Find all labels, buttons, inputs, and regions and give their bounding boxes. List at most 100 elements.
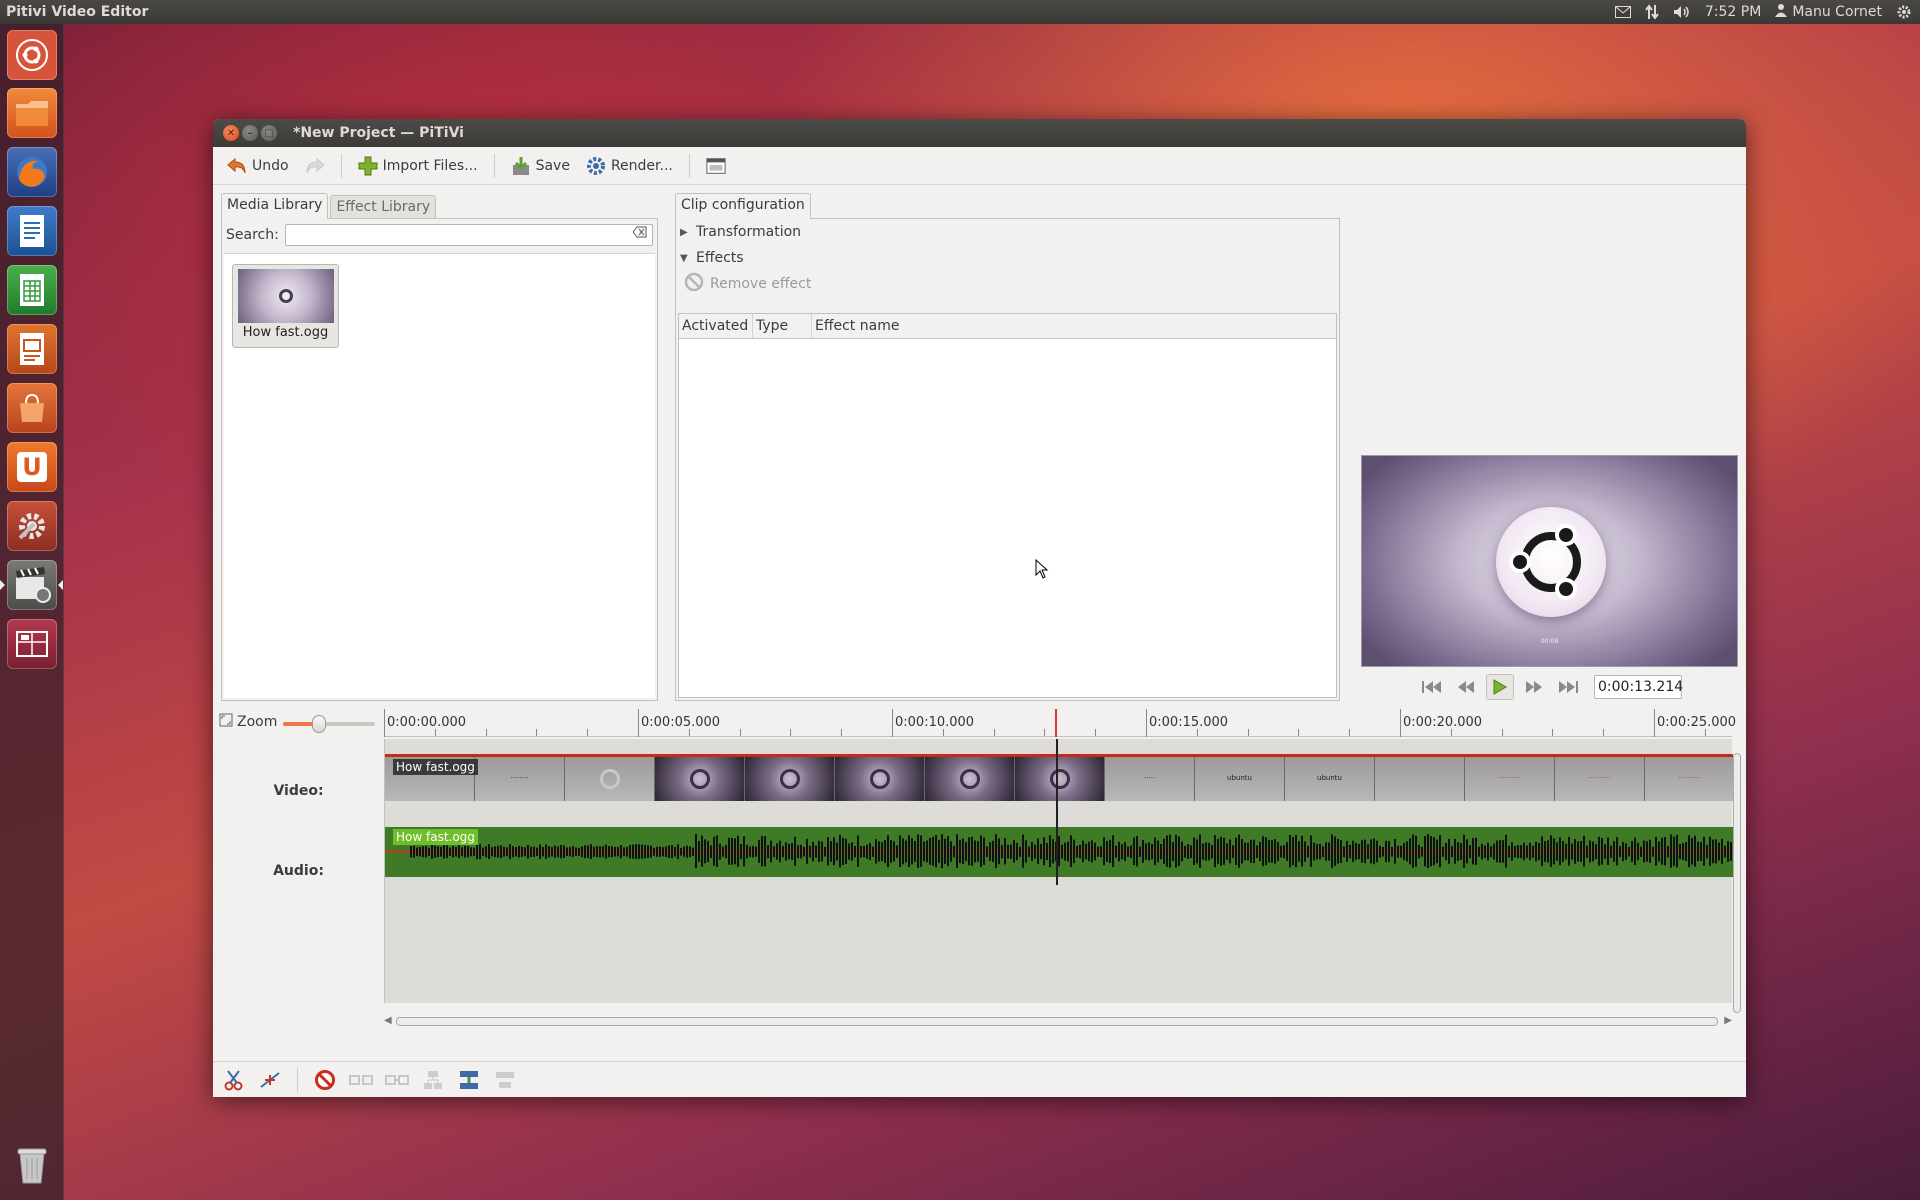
effects-expander[interactable]: ▼ Effects	[676, 245, 1339, 271]
network-icon[interactable]	[1645, 4, 1659, 20]
undo-button[interactable]: Undo	[221, 152, 295, 180]
delete-icon[interactable]	[310, 1066, 340, 1094]
keyframe-icon[interactable]	[255, 1066, 285, 1094]
ruler-tick	[1552, 729, 1553, 736]
minimize-icon[interactable]: –	[242, 125, 258, 141]
volume-icon[interactable]	[1673, 5, 1691, 19]
video-frame: ·····	[1105, 757, 1195, 801]
files-folder-icon[interactable]	[7, 88, 57, 138]
libreoffice-impress-icon[interactable]	[7, 324, 57, 374]
tracks-area[interactable]: ········ ····· ubuntu ubuntu ·········· …	[384, 739, 1733, 1003]
ruler-tick	[1298, 729, 1299, 736]
video-frame: ········	[475, 757, 565, 801]
ruler-tick	[435, 729, 436, 736]
system-settings-icon[interactable]	[7, 501, 57, 551]
session-gear-icon[interactable]	[1896, 4, 1912, 20]
ruler-tick	[892, 709, 893, 737]
render-button[interactable]: Render...	[580, 152, 679, 180]
split-clip-icon[interactable]	[219, 1066, 249, 1094]
timeline-ruler[interactable]: 0:00:00.000 0:00:05.000 0:00:10.000 0:00…	[384, 709, 1736, 737]
tab-media-library[interactable]: Media Library	[221, 193, 329, 219]
ruler-tick	[1654, 709, 1655, 737]
window-titlebar[interactable]: ✕ – □ *New Project — PiTiVi	[213, 119, 1746, 147]
audio-clip[interactable]: How fast.ogg	[385, 827, 1733, 877]
video-clip[interactable]: ········ ····· ubuntu ubuntu ·········· …	[385, 754, 1733, 801]
remove-effect-button[interactable]: Remove effect	[676, 271, 1339, 297]
zoom-slider-handle[interactable]	[312, 715, 326, 733]
ruler-tick	[1095, 729, 1096, 736]
audio-clip-name: How fast.ogg	[393, 829, 478, 845]
running-indicator	[0, 580, 5, 590]
pitivi-window: ✕ – □ *New Project — PiTiVi Undo Import …	[213, 119, 1746, 1097]
video-frame	[835, 757, 925, 801]
vertical-scrollbar-thumb[interactable]	[1733, 753, 1741, 1013]
maximize-icon[interactable]: □	[261, 125, 277, 141]
timeline-horizontal-scrollbar[interactable]: ◀ ▶	[384, 1015, 1732, 1027]
timeline: Zoom 0:00:00.000 0:00:05.000 0:00:10.000…	[213, 709, 1746, 1039]
save-button[interactable]: Save	[505, 152, 576, 180]
fullscreen-button[interactable]	[700, 152, 732, 180]
playhead-marker[interactable]	[1055, 709, 1057, 737]
scroll-right-icon[interactable]: ▶	[1724, 1015, 1732, 1026]
timeline-vertical-scrollbar[interactable]	[1732, 739, 1742, 1029]
user-menu[interactable]: Manu Cornet	[1775, 3, 1882, 21]
playhead-line[interactable]	[1056, 739, 1058, 885]
mail-icon[interactable]	[1614, 6, 1631, 18]
video-frame	[1015, 757, 1105, 801]
pitivi-icon[interactable]	[7, 560, 57, 610]
software-center-icon[interactable]	[7, 383, 57, 433]
ruler-tick	[994, 729, 995, 736]
transformation-label: Transformation	[696, 224, 802, 240]
transformation-expander[interactable]: ▶ Transformation	[676, 219, 1339, 245]
ruler-tick	[689, 729, 690, 736]
goto-start-icon[interactable]	[1418, 674, 1446, 700]
ruler-tick	[1044, 729, 1045, 736]
ruler-tick	[1248, 729, 1249, 736]
redo-button[interactable]	[299, 152, 331, 180]
workspace-switcher-icon[interactable]	[7, 619, 57, 669]
tab-clip-configuration[interactable]: Clip configuration	[675, 193, 811, 219]
zoom-label: Zoom	[237, 714, 278, 730]
libreoffice-calc-icon[interactable]	[7, 265, 57, 315]
horizontal-scrollbar-thumb[interactable]	[396, 1017, 1718, 1026]
search-input[interactable]	[284, 224, 653, 246]
trash-icon[interactable]	[7, 1140, 57, 1190]
viewer-caption: 00:08	[1540, 638, 1559, 645]
user-icon	[1775, 3, 1788, 21]
video-clip-name: How fast.ogg	[393, 759, 478, 775]
library-tabs: Media Library Effect Library	[221, 193, 658, 219]
clock[interactable]: 7:52 PM	[1705, 4, 1761, 20]
render-label: Render...	[610, 157, 673, 174]
align-icon[interactable]	[490, 1066, 520, 1094]
zoom-fit-icon[interactable]	[219, 713, 233, 731]
toolbar-separator	[297, 1067, 298, 1092]
fast-forward-icon[interactable]	[1520, 674, 1548, 700]
timecode-field[interactable]: 0:00:13.214	[1594, 675, 1683, 699]
rewind-icon[interactable]	[1452, 674, 1480, 700]
zoom-slider[interactable]	[283, 715, 375, 733]
ruler-label: 0:00:15.000	[1149, 715, 1229, 730]
group-icon[interactable]	[454, 1066, 484, 1094]
unlink-icon[interactable]	[346, 1066, 376, 1094]
tab-effect-library[interactable]: Effect Library	[330, 195, 437, 219]
user-name: Manu Cornet	[1792, 4, 1882, 20]
close-icon[interactable]: ✕	[223, 125, 239, 141]
scroll-left-icon[interactable]: ◀	[384, 1015, 392, 1026]
firefox-icon[interactable]	[7, 147, 57, 197]
column-effect-name[interactable]: Effect name	[812, 314, 1336, 338]
ungroup-icon[interactable]	[418, 1066, 448, 1094]
dash-home-icon[interactable]	[7, 30, 57, 80]
clear-search-icon[interactable]	[632, 226, 653, 241]
ubuntu-one-icon[interactable]: U	[7, 442, 57, 492]
expander-expanded-icon: ▼	[680, 252, 688, 264]
play-icon[interactable]	[1486, 674, 1514, 700]
goto-end-icon[interactable]	[1554, 674, 1582, 700]
media-item[interactable]: How fast.ogg	[232, 264, 339, 348]
column-activated[interactable]: Activated	[679, 314, 753, 338]
import-files-button[interactable]: Import Files...	[352, 152, 484, 180]
focused-indicator	[58, 580, 63, 590]
ruler-tick	[790, 729, 791, 736]
libreoffice-writer-icon[interactable]	[7, 206, 57, 256]
column-type[interactable]: Type	[753, 314, 812, 338]
link-icon[interactable]	[382, 1066, 412, 1094]
